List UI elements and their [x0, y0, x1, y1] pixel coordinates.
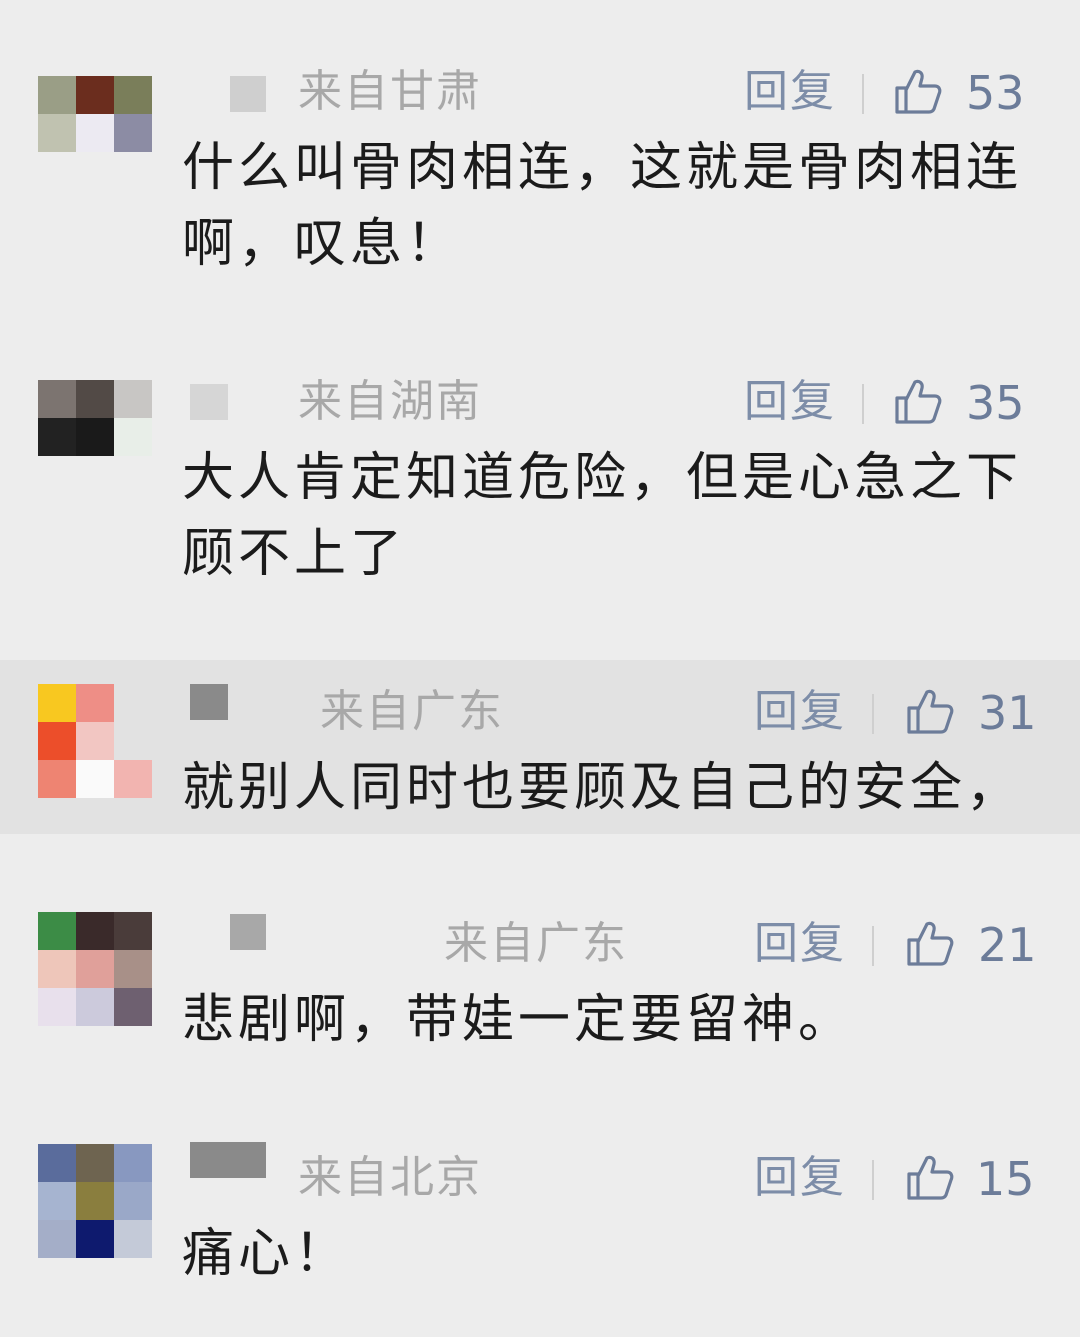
- comment-text: 悲剧啊，带娃一定要留神。: [182, 990, 855, 1050]
- thumbs-up-icon[interactable]: [905, 918, 955, 968]
- region-label: 来自广东: [444, 918, 628, 969]
- username-redacted[interactable]: [190, 684, 228, 720]
- thumbs-up-icon[interactable]: [893, 376, 943, 426]
- comment-text: 什么叫骨肉相连，这就是骨肉相连啊，叹息！: [182, 138, 1023, 274]
- comment-item: 来自湖南 回复 35 大人肯定知道危险，但是心急之下顾不上了: [0, 320, 1080, 660]
- comment-item: 来自广东 回复 21 悲剧啊，带娃一定要留神。: [0, 834, 1080, 1094]
- like-count: 35: [966, 376, 1025, 430]
- like-count: 21: [978, 918, 1037, 972]
- comment-item: 来自广东 回复 31 就别人同时也要顾及自己的安全，: [0, 660, 1080, 834]
- reply-button[interactable]: 回复: [754, 1156, 846, 1200]
- comment-item: 来自甘肃 回复 53 什么叫骨肉相连，这就是骨肉相连啊，叹息！: [0, 0, 1080, 320]
- divider: [872, 926, 874, 966]
- region-label: 来自湖南: [298, 376, 482, 427]
- region-label: 来自北京: [298, 1152, 482, 1203]
- thumbs-up-icon[interactable]: [893, 66, 943, 116]
- like-count: 31: [978, 686, 1037, 740]
- reply-button[interactable]: 回复: [754, 922, 846, 966]
- divider: [872, 1160, 874, 1200]
- username-redacted[interactable]: [230, 76, 266, 112]
- region-label: 来自广东: [320, 686, 504, 737]
- avatar[interactable]: [38, 380, 152, 456]
- comment-text: 痛心！: [182, 1224, 351, 1284]
- username-redacted[interactable]: [230, 914, 266, 950]
- avatar[interactable]: [38, 912, 152, 1026]
- reply-button[interactable]: 回复: [744, 70, 836, 114]
- username-redacted[interactable]: [190, 384, 228, 420]
- region-label: 来自甘肃: [298, 66, 482, 117]
- like-count: 15: [976, 1152, 1035, 1206]
- divider: [872, 694, 874, 734]
- avatar[interactable]: [38, 684, 152, 798]
- thumbs-up-icon[interactable]: [905, 686, 955, 736]
- comment-text: 大人肯定知道危险，但是心急之下顾不上了: [182, 448, 1023, 584]
- username-redacted[interactable]: [190, 1142, 266, 1178]
- avatar[interactable]: [38, 1144, 152, 1258]
- like-count: 53: [966, 66, 1025, 120]
- reply-button[interactable]: 回复: [754, 690, 846, 734]
- reply-button[interactable]: 回复: [744, 380, 836, 424]
- divider: [862, 74, 864, 114]
- comment-text: 就别人同时也要顾及自己的安全，: [182, 758, 1023, 818]
- comment-item: 来自北京 回复 15 痛心！: [0, 1094, 1080, 1337]
- divider: [862, 384, 864, 424]
- avatar[interactable]: [38, 76, 152, 152]
- thumbs-up-icon[interactable]: [905, 1152, 955, 1202]
